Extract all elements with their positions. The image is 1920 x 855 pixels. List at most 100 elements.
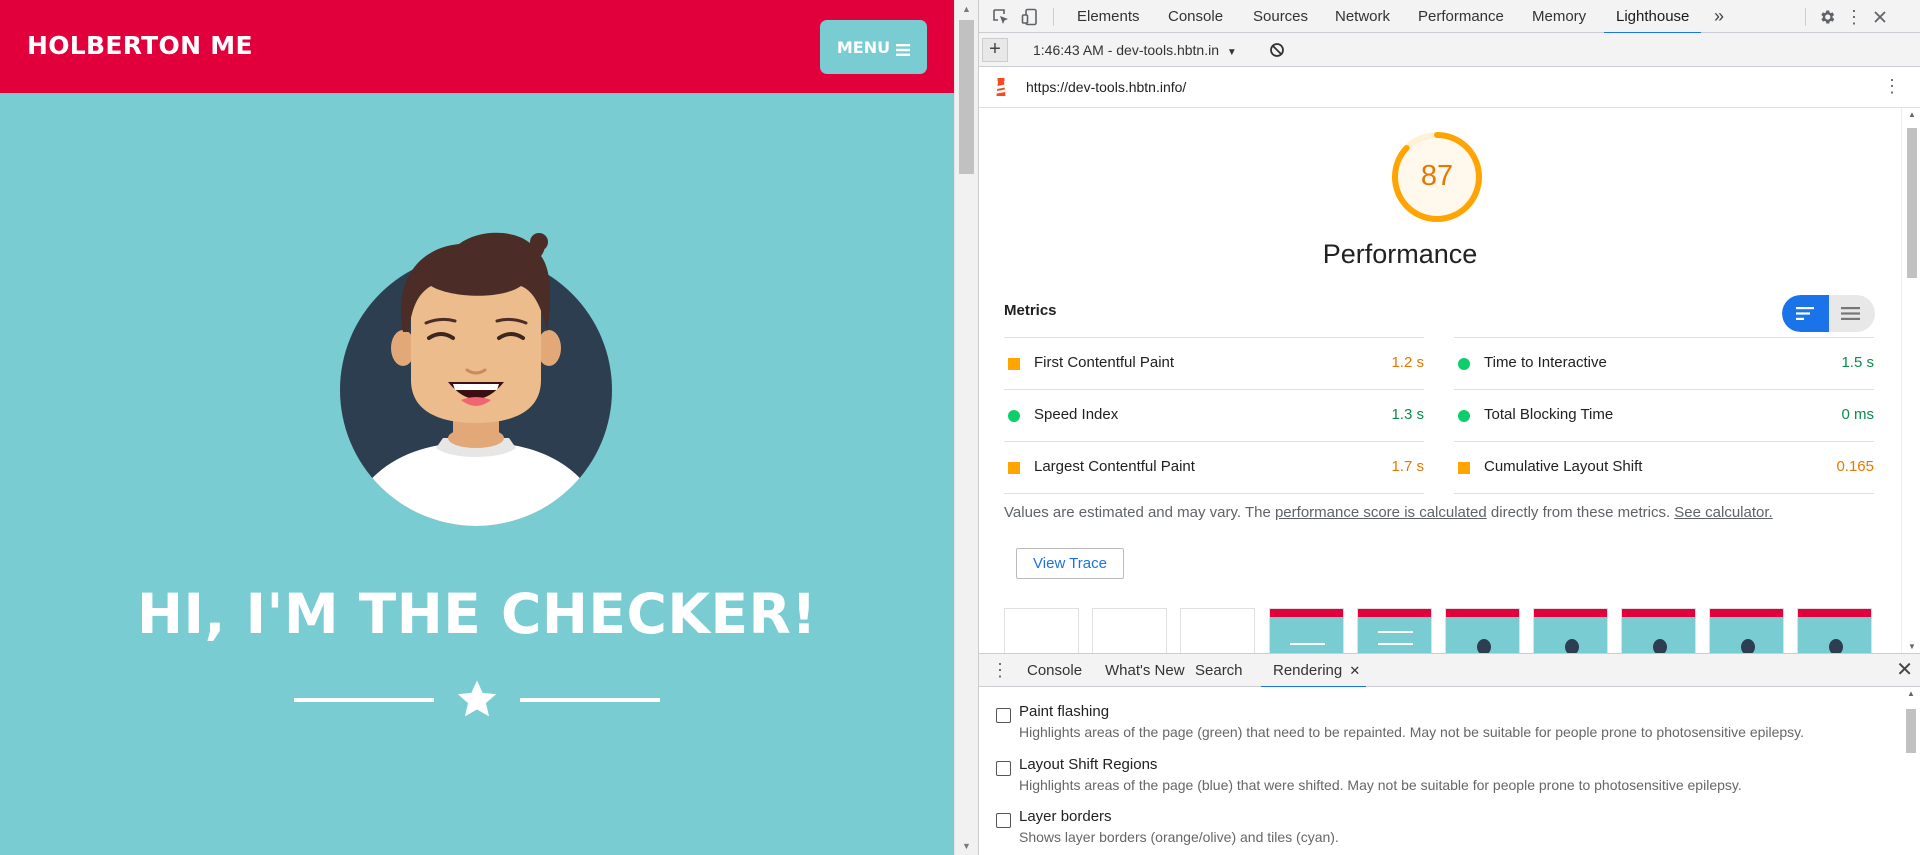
filmstrip-frame bbox=[1357, 608, 1432, 653]
report-scrollbar[interactable]: ▲ ▼ bbox=[1901, 108, 1920, 653]
metric-first-contentful-paint: First Contentful Paint 1.2 s bbox=[1004, 337, 1424, 389]
site-navbar: HOLBERTON ME MENU bbox=[0, 0, 954, 93]
layout-shift-checkbox[interactable] bbox=[996, 761, 1011, 776]
report-session-label: 1:46:43 AM - dev-tools.hbtn.in bbox=[1033, 42, 1219, 58]
divider-line-right bbox=[520, 698, 660, 702]
metric-value: 1.3 s bbox=[1391, 406, 1424, 423]
close-drawer-icon[interactable]: ✕ bbox=[1896, 660, 1913, 680]
paint-flashing-checkbox[interactable] bbox=[996, 708, 1011, 723]
option-description: Highlights areas of the page (blue) that… bbox=[1019, 777, 1742, 793]
summary-view-button[interactable] bbox=[1782, 295, 1829, 332]
option-title: Layer borders bbox=[1019, 808, 1112, 825]
tab-sources[interactable]: Sources bbox=[1241, 0, 1320, 33]
drawer-tab-whats-new[interactable]: What's New bbox=[1093, 654, 1197, 687]
scroll-up-icon[interactable]: ▲ bbox=[1907, 689, 1915, 698]
scrollbar-thumb[interactable] bbox=[1906, 709, 1916, 753]
divider-line-left bbox=[294, 698, 434, 702]
filmstrip-frame bbox=[1180, 608, 1255, 653]
drawer-tab-rendering[interactable]: Rendering ✕ bbox=[1261, 654, 1367, 688]
drawer-tabbar: ⋮ Console What's New Search Rendering ✕ … bbox=[979, 653, 1920, 688]
gear-icon[interactable] bbox=[1818, 8, 1836, 26]
metric-time-to-interactive: Time to Interactive 1.5 s bbox=[1454, 337, 1874, 389]
metrics-heading: Metrics bbox=[1004, 302, 1057, 319]
rendering-panel: Paint flashing Highlights areas of the p… bbox=[979, 687, 1901, 855]
page-scrollbar[interactable]: ▲ ▼ bbox=[954, 0, 978, 855]
drawer-menu-icon[interactable]: ⋮ bbox=[991, 661, 1009, 679]
metric-name: Time to Interactive bbox=[1484, 354, 1607, 371]
see-calculator-link[interactable]: See calculator. bbox=[1674, 504, 1772, 521]
detailed-view-button[interactable] bbox=[1829, 295, 1875, 332]
drawer-tab-search[interactable]: Search bbox=[1183, 654, 1255, 687]
metric-cumulative-layout-shift: Cumulative Layout Shift 0.165 bbox=[1454, 441, 1874, 493]
score-calculation-link[interactable]: performance score is calculated bbox=[1275, 504, 1487, 521]
filmstrip-frame bbox=[1004, 608, 1079, 653]
layer-borders-checkbox[interactable] bbox=[996, 813, 1011, 828]
metrics-note: Values are estimated and may vary. The p… bbox=[1004, 504, 1773, 521]
report-url[interactable]: https://dev-tools.hbtn.info/ bbox=[1026, 79, 1186, 95]
scroll-up-icon[interactable]: ▲ bbox=[962, 4, 971, 14]
option-layout-shift-regions: Layout Shift Regions Highlights areas of… bbox=[979, 740, 1901, 793]
tab-network[interactable]: Network bbox=[1323, 0, 1402, 33]
metric-name: First Contentful Paint bbox=[1034, 354, 1175, 371]
scroll-down-icon[interactable]: ▼ bbox=[962, 841, 971, 851]
devtools-tabbar: Elements Console Sources Network Perform… bbox=[979, 0, 1920, 34]
scrollbar-thumb[interactable] bbox=[959, 20, 974, 174]
site-brand[interactable]: HOLBERTON ME bbox=[27, 31, 253, 60]
filmstrip-frame bbox=[1709, 608, 1784, 653]
metric-value: 1.5 s bbox=[1841, 354, 1874, 371]
average-indicator-icon bbox=[1008, 462, 1020, 474]
close-icon[interactable] bbox=[1871, 8, 1889, 26]
kebab-menu-icon[interactable]: ⋮ bbox=[1845, 8, 1863, 26]
star-icon bbox=[455, 679, 499, 726]
scroll-up-icon[interactable]: ▲ bbox=[1908, 110, 1916, 119]
drawer-tab-label: Rendering bbox=[1273, 662, 1343, 679]
hero-title: HI, I'M THE CHECKER! bbox=[137, 582, 817, 646]
close-tab-icon[interactable]: ✕ bbox=[1349, 654, 1360, 687]
category-title: Performance bbox=[1322, 239, 1478, 269]
clear-reports-icon[interactable] bbox=[1269, 42, 1285, 63]
metric-name: Cumulative Layout Shift bbox=[1484, 458, 1643, 475]
option-description: Shows layer borders (orange/olive) and t… bbox=[1019, 829, 1339, 845]
performance-score: 87 bbox=[1420, 160, 1454, 192]
average-indicator-icon bbox=[1458, 462, 1470, 474]
metric-value: 1.2 s bbox=[1391, 354, 1424, 371]
metric-value: 0.165 bbox=[1836, 458, 1874, 475]
report-menu-icon[interactable]: ⋮ bbox=[1883, 77, 1901, 95]
devtools-panel: Elements Console Sources Network Perform… bbox=[978, 0, 1920, 855]
metrics-bottom-divider bbox=[1004, 493, 1424, 494]
tab-performance[interactable]: Performance bbox=[1406, 0, 1516, 33]
lighthouse-report: 87 Performance Metrics First Contentful … bbox=[979, 108, 1901, 653]
tab-elements[interactable]: Elements bbox=[1065, 0, 1152, 33]
menu-button[interactable]: MENU bbox=[820, 20, 927, 74]
lighthouse-logo-icon bbox=[993, 77, 1009, 102]
drawer-tab-console[interactable]: Console bbox=[1015, 654, 1094, 687]
drawer-scrollbar[interactable]: ▲ bbox=[1901, 687, 1920, 855]
note-text: directly from these metrics. bbox=[1486, 504, 1675, 521]
option-description: Highlights areas of the page (green) tha… bbox=[1019, 724, 1805, 740]
device-toolbar-icon[interactable] bbox=[1021, 8, 1039, 26]
filmstrip-frame bbox=[1445, 608, 1520, 653]
filmstrip-frame bbox=[1533, 608, 1608, 653]
toolbar-separator bbox=[1053, 8, 1054, 26]
pass-indicator-icon bbox=[1458, 410, 1470, 422]
tab-lighthouse[interactable]: Lighthouse bbox=[1604, 0, 1702, 34]
report-url-bar: https://dev-tools.hbtn.info/ ⋮ bbox=[979, 67, 1920, 108]
metrics-view-toggle[interactable] bbox=[1782, 295, 1875, 332]
tab-memory[interactable]: Memory bbox=[1520, 0, 1598, 33]
avatar-image bbox=[331, 220, 621, 535]
inspect-element-icon[interactable] bbox=[992, 8, 1010, 26]
scroll-down-icon[interactable]: ▼ bbox=[1908, 642, 1916, 651]
website-viewport: HOLBERTON ME MENU HI, I'M THE CHECKER! bbox=[0, 0, 954, 855]
option-paint-flashing: Paint flashing Highlights areas of the p… bbox=[979, 687, 1901, 740]
tab-console[interactable]: Console bbox=[1156, 0, 1235, 33]
report-selector[interactable]: 1:46:43 AM - dev-tools.hbtn.in ▼ bbox=[1033, 42, 1237, 58]
new-report-button[interactable]: + bbox=[982, 38, 1008, 62]
chevron-double-right-icon[interactable]: » bbox=[1714, 6, 1732, 26]
dropdown-arrow-icon: ▼ bbox=[1226, 47, 1237, 58]
scrollbar-thumb[interactable] bbox=[1907, 128, 1917, 278]
metric-value: 1.7 s bbox=[1391, 458, 1424, 475]
view-trace-button[interactable]: View Trace bbox=[1016, 548, 1124, 579]
filmstrip-frame bbox=[1269, 608, 1344, 653]
pass-indicator-icon bbox=[1458, 358, 1470, 370]
metric-name: Total Blocking Time bbox=[1484, 406, 1614, 423]
